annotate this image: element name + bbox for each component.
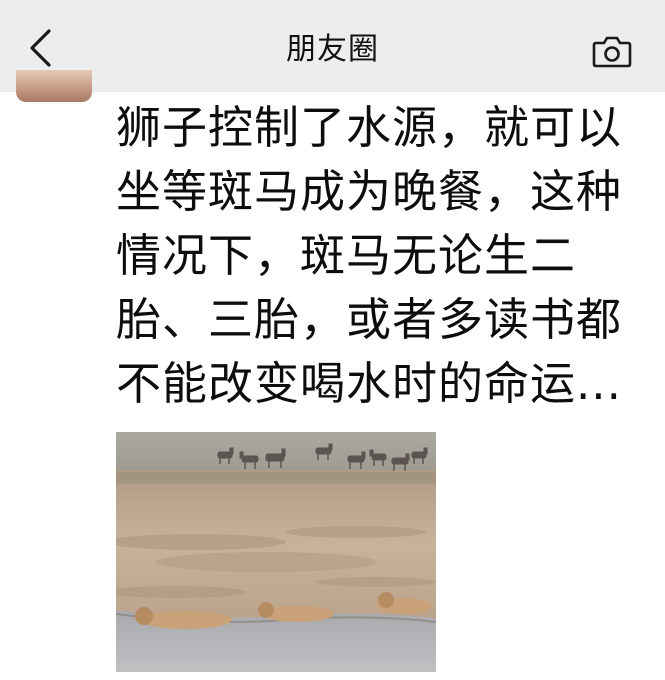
post-text: 狮子控制了水源，就可以 坐等斑马成为晚餐，这种 情况下，斑马无论生二 胎、三胎，…	[116, 96, 656, 416]
page-title: 朋友圈	[286, 32, 379, 67]
moments-screen: 朋友圈 狮子控制了水源，就可以 坐等斑马成为晚餐，这种 情况下，斑马无论生二 胎…	[0, 0, 665, 680]
post-photo[interactable]	[116, 432, 436, 672]
post-text-line: 胎、三胎，或者多读书都	[116, 293, 623, 346]
post-text-line: 不能改变喝水时的命运...	[116, 357, 622, 410]
post-text-line: 狮子控制了水源，就可以	[116, 101, 623, 154]
navigation-bar: 朋友圈	[0, 0, 665, 92]
post-text-line: 坐等斑马成为晚餐，这种	[116, 165, 623, 218]
camera-icon	[592, 36, 632, 68]
camera-button[interactable]	[590, 32, 634, 72]
avatar[interactable]	[16, 70, 92, 102]
post-text-line: 情况下，斑马无论生二	[116, 229, 577, 282]
